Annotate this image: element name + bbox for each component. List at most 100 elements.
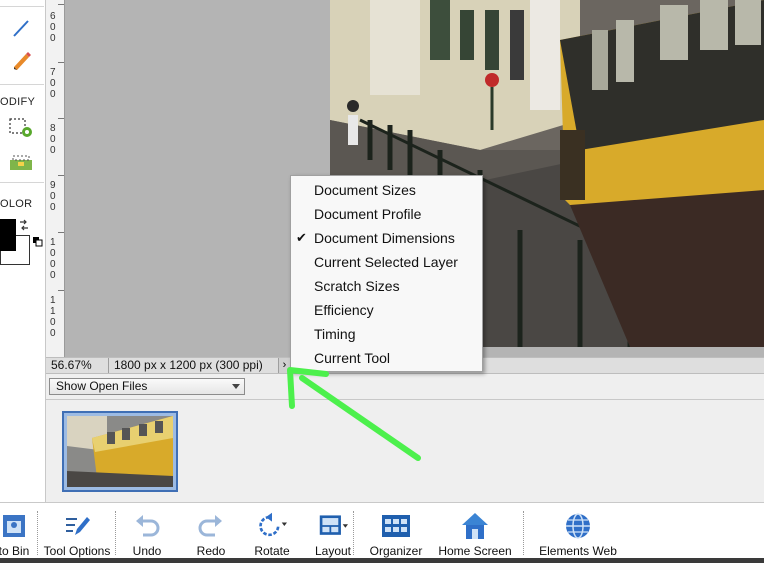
ruler-digit: 7 [50,67,56,78]
taskbar-separator [115,511,116,555]
ruler-digit: 0 [50,328,56,339]
checkmark-icon: ✔ [296,230,307,245]
photo-bin-button[interactable]: to Bin [0,503,34,559]
strip-divider [0,182,44,183]
elements-web-button[interactable]: Elements Web [535,503,621,559]
tool-options-label: Tool Options [43,544,111,558]
menu-item-label: Timing [314,326,356,342]
ruler-tick [58,118,64,119]
document-info: 1800 px x 1200 px (300 ppi) [109,358,279,373]
ruler-tick [58,175,64,176]
tool-strip: ODIFY OLOR [0,0,46,502]
ruler-digit: 6 [50,11,56,22]
menu-item-timing[interactable]: Timing [291,322,482,346]
ruler-digit: 0 [50,191,56,202]
menu-item-document-dimensions[interactable]: ✔ Document Dimensions [291,226,482,250]
recompose-tool-button[interactable] [6,116,36,142]
home-screen-icon [460,512,490,540]
redo-label: Redo [196,544,226,558]
undo-label: Undo [132,544,162,558]
chevron-down-icon [232,384,240,389]
ruler-digit: 0 [50,89,56,100]
modify-section-label: ODIFY [0,96,36,108]
organizer-label: Organizer [369,544,423,558]
ruler-digit: 0 [50,202,56,213]
pencil-icon [9,50,33,77]
ruler-tick [58,62,64,63]
line-tool-button[interactable] [6,16,36,42]
ruler-digit: 0 [50,248,56,259]
swap-colors-icon[interactable] [17,218,31,235]
redo-button[interactable]: Redo [189,503,233,559]
rotate-button[interactable]: Rotate [247,503,297,559]
ruler-digit: 0 [50,33,56,44]
menu-item-label: Document Sizes [314,182,416,198]
layout-label: Layout [314,544,352,558]
ruler-digit: 9 [50,180,56,191]
annotation-arrow-icon [287,367,421,461]
dropdown-value: Show Open Files [56,379,148,393]
zoom-level[interactable]: 56.67% [46,358,109,373]
ruler-digit: 8 [50,123,56,134]
organizer-icon [381,512,411,540]
ruler-digit: 1 [50,295,56,306]
color-section-label: OLOR [0,198,33,210]
rotate-label: Rotate [254,544,290,558]
foreground-color-swatch[interactable] [0,219,16,251]
organizer-button[interactable]: Organizer [366,503,426,559]
ruler-digit: 0 [50,270,56,281]
layout-icon [318,512,348,540]
recompose-icon [7,115,35,144]
menu-item-scratch-sizes[interactable]: Scratch Sizes [291,274,482,298]
line-tool-icon [10,17,32,42]
ruler-digit: 1 [50,237,56,248]
elements-web-label: Elements Web [539,544,617,558]
status-info-menu: Document Sizes Document Profile ✔ Docume… [290,175,483,372]
ruler-digit: 0 [50,259,56,270]
menu-item-current-selected-layer[interactable]: Current Selected Layer [291,250,482,274]
menu-item-label: Efficiency [314,302,374,318]
undo-button[interactable]: Undo [125,503,169,559]
home-screen-button[interactable]: Home Screen [436,503,514,559]
menu-item-label: Document Dimensions [314,230,455,246]
photo-bin-label: to Bin [0,544,30,558]
photo-bin-icon [0,512,29,540]
ruler-digit: 0 [50,78,56,89]
ruler-digit: 0 [50,22,56,33]
ruler-digit: 0 [50,145,56,156]
thumbnail-image [67,416,173,487]
taskbar-separator [523,511,524,555]
menu-item-document-sizes[interactable]: Document Sizes [291,178,482,202]
menu-item-label: Scratch Sizes [314,278,400,294]
home-screen-label: Home Screen [438,544,512,558]
layout-button[interactable]: Layout [310,503,356,559]
ruler-tick [58,232,64,233]
tool-options-button[interactable]: Tool Options [40,503,114,559]
vertical-ruler: 6 0 0 7 0 0 8 0 0 9 0 0 1 0 0 0 1 1 0 0 [46,0,65,357]
menu-item-efficiency[interactable]: Efficiency [291,298,482,322]
ruler-digit: 0 [50,317,56,328]
elements-web-icon [563,512,593,540]
menu-item-document-profile[interactable]: Document Profile [291,202,482,226]
straighten-tool-button[interactable] [6,150,36,176]
strip-divider [0,6,44,7]
undo-icon [132,512,162,540]
bin-thumbnail[interactable] [62,411,178,492]
ruler-tick [58,4,64,5]
taskbar-separator [37,511,38,555]
strip-divider [0,84,44,85]
straighten-icon [7,150,35,177]
menu-item-label: Document Profile [314,206,422,222]
menu-item-label: Current Selected Layer [314,254,458,270]
rotate-icon [257,512,287,540]
tool-options-icon [62,512,92,540]
pencil-tool-button[interactable] [6,50,36,76]
ruler-digit: 1 [50,306,56,317]
ruler-digit: 0 [50,134,56,145]
show-open-files-dropdown[interactable]: Show Open Files [49,378,245,395]
taskbar-edge [0,558,764,563]
redo-icon [196,512,226,540]
bottom-taskbar: to Bin Tool Options Undo Redo Rotate Lay… [0,502,764,560]
ruler-tick [58,290,64,291]
default-colors-icon[interactable] [33,236,43,247]
